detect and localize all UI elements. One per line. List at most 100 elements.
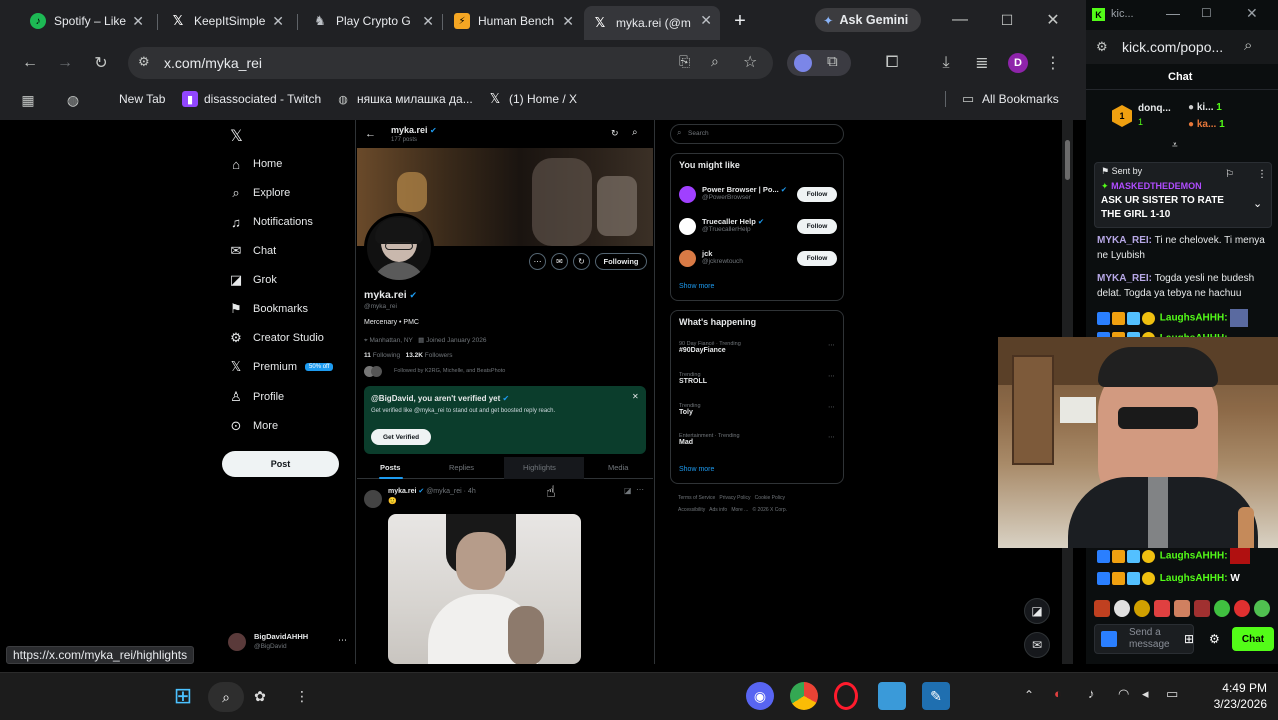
opera-icon[interactable] (834, 682, 858, 710)
account-menu-icon[interactable]: ⋯ (338, 635, 347, 646)
zoom-icon[interactable]: ⌕ (711, 53, 719, 70)
follow-button[interactable]: Follow (797, 187, 837, 202)
clock-time[interactable]: 4:49 PM (1207, 681, 1267, 695)
chat-input[interactable]: Send a message (1094, 624, 1194, 654)
app-icon[interactable]: ✎ (922, 682, 950, 710)
emote-icon[interactable] (1214, 600, 1230, 617)
nav-chat[interactable]: ✉ Chat (228, 242, 277, 260)
chat-username[interactable]: MYKA_REI: (1097, 235, 1152, 246)
suggestion-avatar[interactable] (679, 186, 696, 203)
gifter-entry[interactable]: ● ka... 1 (1188, 119, 1225, 130)
show-more-link[interactable]: Show more (679, 466, 714, 473)
trend-item[interactable]: Trending STROLL (679, 372, 707, 385)
subscribe-icon[interactable]: ↻ (573, 253, 590, 270)
clock-date[interactable]: 3/23/2026 (1196, 697, 1267, 711)
followers-label[interactable]: Followers (425, 352, 453, 359)
puzzle-icon[interactable]: ⧉ (827, 53, 838, 70)
followed-by-text[interactable]: Followed by K2RG, Michelle, and BeatsPho… (394, 368, 505, 374)
nav-explore[interactable]: ⌕ Explore (228, 184, 290, 202)
browser-tab-play-crypto[interactable]: ♞ Play Crypto G ✕ (304, 7, 442, 35)
follow-button[interactable]: Follow (797, 251, 837, 266)
gift-icon[interactable]: ⊞ (1184, 632, 1194, 646)
emote-icon[interactable] (1254, 600, 1270, 617)
chat-username[interactable]: LaughsAHHH: (1160, 573, 1228, 584)
following-label[interactable]: Following (373, 352, 400, 359)
followers-count[interactable]: 13.2K (406, 352, 423, 359)
globe-icon[interactable]: ◍ (61, 88, 85, 112)
close-window-icon[interactable]: ✕ (1246, 5, 1258, 22)
profile-avatar[interactable] (364, 213, 434, 283)
download-icon[interactable]: ⤓ (934, 51, 958, 75)
trend-more-icon[interactable]: ⋯ (828, 341, 835, 349)
footer-links[interactable]: Terms of Service Privacy Policy Cookie P… (678, 495, 785, 501)
widgets-icon[interactable]: ✿ (246, 682, 274, 710)
close-window-icon[interactable]: ✕ (1041, 8, 1065, 32)
footer-links[interactable]: Accessibility Ads info More ... © 2026 X… (678, 507, 787, 513)
show-more-link[interactable]: Show more (679, 283, 714, 290)
kick-address-bar[interactable]: ⚙ kick.com/popo... ⌕ (1086, 30, 1278, 64)
account-avatar[interactable] (228, 633, 246, 651)
suggestion-item[interactable]: Power Browser | Po... ✔ @PowerBrowser (702, 185, 787, 201)
trend-item[interactable]: Trending Toly (679, 403, 701, 416)
tab-posts[interactable]: Posts (380, 463, 400, 472)
maximize-icon[interactable]: ☐ (1201, 6, 1212, 20)
message-icon[interactable]: ✉ (551, 253, 568, 270)
post-author-avatar[interactable] (364, 490, 382, 508)
menu-icon[interactable]: ⋮ (1041, 51, 1065, 75)
reload-icon[interactable]: ↻ (89, 51, 113, 75)
trend-item[interactable]: Entertainment · Trending Mad (679, 433, 740, 446)
nav-premium[interactable]: 𝕏 Premium 50% off (228, 358, 334, 376)
pinned-menu-icon[interactable]: ⋮ (1257, 169, 1267, 180)
collapse-icon[interactable]: ⩡ (1172, 140, 1178, 151)
suggestion-avatar[interactable] (679, 218, 696, 235)
following-count[interactable]: 11 (364, 352, 371, 359)
trend-more-icon[interactable]: ⋯ (828, 433, 835, 441)
emote-icon[interactable] (1154, 600, 1170, 617)
all-bookmarks[interactable]: ▭ All Bookmarks (960, 89, 1059, 109)
browser-tab-myka-rei[interactable]: 𝕏 myka.rei (@m ✕ (584, 6, 720, 40)
send-chat-button[interactable]: Chat (1232, 627, 1274, 651)
get-verified-button[interactable]: Get Verified (371, 429, 431, 445)
post-more-icon[interactable]: ⋯ (636, 485, 644, 494)
settings-icon[interactable]: ⚙ (1209, 632, 1220, 646)
site-info-icon[interactable]: ⚙ (1096, 39, 1108, 55)
emote-icon[interactable] (1234, 600, 1250, 617)
nav-notifications[interactable]: ♫ Notifications (228, 213, 313, 231)
microphone-icon[interactable]: ♪ (1088, 686, 1095, 701)
windows-start-icon[interactable]: ⊞ (169, 682, 197, 710)
tab-replies[interactable]: Replies (449, 463, 474, 472)
browser-tab-keepitsimple[interactable]: 𝕏 KeepItSimple ✕ (162, 7, 292, 35)
nav-more[interactable]: ⊙ More (228, 417, 279, 435)
search-icon[interactable]: ⌕ (632, 127, 638, 138)
tray-app-icon[interactable]: ◐ (1054, 686, 1062, 701)
search-field[interactable]: ⌕ Search (670, 124, 844, 144)
store-icon[interactable] (878, 682, 906, 710)
nav-home[interactable]: ⌂ Home (228, 155, 282, 173)
back-arrow-icon[interactable]: ← (365, 128, 376, 140)
x-logo-icon[interactable]: 𝕏 (230, 126, 243, 146)
task-view-icon[interactable]: ⋮ (288, 682, 316, 710)
media-control-icon[interactable]: ≣ (970, 51, 994, 75)
ask-gemini-button[interactable]: ✦ Ask Gemini (815, 8, 921, 32)
refresh-icon[interactable]: ↻ (611, 128, 619, 139)
battery-icon[interactable]: ▭ (1166, 686, 1178, 702)
close-tab-icon[interactable]: ✕ (700, 12, 712, 29)
scrollbar-thumb[interactable] (1065, 140, 1070, 180)
discord-icon[interactable]: ◉ (746, 682, 774, 710)
gifter-entry[interactable]: ● ki... 1 (1188, 102, 1222, 113)
bookmark-star-icon[interactable]: ☆ (743, 52, 757, 72)
close-tab-icon[interactable]: ✕ (422, 13, 434, 30)
grok-float-icon[interactable]: ◪ (1024, 598, 1050, 624)
post-button[interactable]: Post (222, 451, 339, 477)
gifter-name[interactable]: donq... (1138, 103, 1171, 114)
post-author-name[interactable]: myka.rei (388, 488, 416, 495)
tray-overflow-icon[interactable]: ⌃ (1024, 688, 1034, 702)
back-icon[interactable]: ← (18, 51, 42, 75)
search-icon[interactable]: ⌕ (1244, 37, 1252, 54)
bookmark-twitch[interactable]: ▮ disassociated - Twitch (182, 89, 321, 109)
nav-profile[interactable]: ♙ Profile (228, 388, 284, 406)
chevron-down-icon[interactable]: ⌄ (1253, 197, 1262, 210)
emote-icon[interactable] (1094, 600, 1110, 617)
chat-username[interactable]: LaughsAHHH: (1160, 551, 1228, 562)
chat-username[interactable]: MYKA_REI: (1097, 273, 1152, 284)
